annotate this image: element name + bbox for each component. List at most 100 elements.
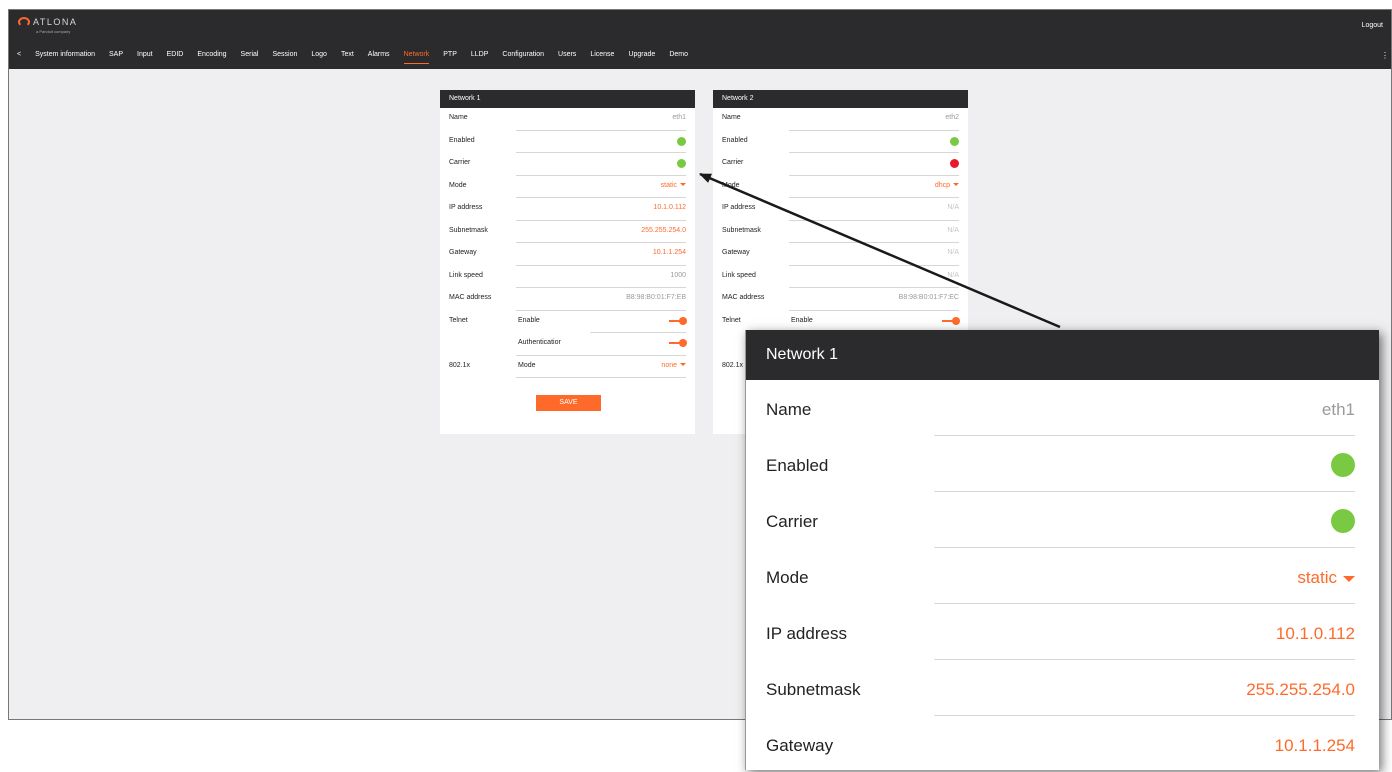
zoom-row-mode: Mode static [746, 548, 1379, 604]
row-enabled: Enabled [713, 131, 968, 153]
tab-users[interactable]: Users [558, 51, 576, 58]
row-label: Mode [449, 181, 467, 189]
row-carrier: Carrier [713, 153, 968, 176]
tab-configuration[interactable]: Configuration [502, 51, 544, 58]
row-label: Enabled [722, 136, 748, 144]
row-label: IP address [766, 624, 847, 643]
gateway-value: N/A [947, 249, 959, 256]
tab-demo[interactable]: Demo [669, 51, 688, 58]
enabled-status-icon [950, 136, 959, 146]
row-label: IP address [722, 204, 756, 211]
row-label: Carrier [766, 512, 818, 531]
zoom-row-ip-address: IP address 10.1.0.112 [746, 604, 1379, 660]
row-label: 802.1x [449, 361, 471, 369]
telnet-auth-toggle[interactable] [669, 339, 687, 347]
tab-sap[interactable]: SAP [109, 51, 123, 58]
network-1-zoom-callout: Network 1 Name eth1 Enabled Carrier Mode… [745, 330, 1379, 770]
logo-subtext: a Panduit company [36, 29, 71, 34]
name-value: eth2 [945, 114, 959, 121]
tab-ptp[interactable]: PTP [443, 51, 457, 58]
zoom-row-subnetmask: Subnetmask 255.255.254.0 [746, 660, 1379, 716]
row-label: Mode [722, 181, 740, 189]
row-telnet-auth: Authenticatior [440, 333, 695, 356]
name-value: eth1 [672, 114, 686, 121]
row-ip-address: IP address 10.1.0.112 [440, 198, 695, 221]
divider [516, 377, 686, 378]
subnetmask-value: N/A [947, 226, 959, 234]
zoom-row-gateway: Gateway 10.1.1.254 [746, 716, 1379, 772]
row-label: 802.1x [722, 361, 744, 369]
row-label: Telnet [722, 316, 741, 324]
row-gateway: Gateway N/A [713, 243, 968, 266]
row-label: Mode [766, 568, 809, 587]
telnet-enable-toggle[interactable] [942, 316, 960, 325]
tab-text[interactable]: Text [341, 51, 354, 58]
telnet-enable-toggle[interactable] [669, 316, 687, 325]
mode-select[interactable]: static [1297, 568, 1355, 588]
tab-lldp[interactable]: LLDP [471, 51, 489, 58]
save-button[interactable]: SAVE [536, 395, 601, 411]
tab-network[interactable]: Network [403, 51, 429, 64]
link-speed-value: N/A [947, 271, 959, 279]
row-label: Link speed [449, 271, 483, 279]
logo-text: ATLONA [33, 17, 78, 27]
tab-system-information[interactable]: System information [35, 51, 95, 58]
row-mac-address: MAC address B8:98:B0:01:F7:EB [440, 288, 695, 311]
mode-select[interactable]: dhcp [935, 182, 959, 189]
row-name: Name eth2 [713, 108, 968, 131]
gateway-field[interactable]: 10.1.1.254 [1275, 736, 1355, 756]
row-label: Name [722, 114, 741, 121]
row-ip-address: IP address N/A [713, 198, 968, 221]
card-title: Network 1 [440, 90, 695, 108]
tab-license[interactable]: License [590, 51, 614, 58]
row-enabled: Enabled [440, 131, 695, 153]
row-carrier: Carrier [440, 153, 695, 176]
row-label: Subnetmask [722, 226, 761, 234]
chevron-down-icon [1343, 575, 1355, 582]
tab-upgrade[interactable]: Upgrade [628, 51, 655, 58]
tab-edid[interactable]: EDID [167, 51, 184, 58]
tab-session[interactable]: Session [272, 51, 297, 58]
logout-link[interactable]: Logout [1362, 22, 1383, 29]
row-label: Carrier [722, 159, 744, 166]
carrier-status-icon [950, 159, 959, 168]
telnet-enable-label: Enable [791, 316, 813, 324]
row-link-speed: Link speed N/A [713, 266, 968, 288]
row-label: Carrier [449, 159, 471, 166]
link-speed-value: 1000 [670, 271, 686, 279]
tab-serial[interactable]: Serial [241, 51, 259, 58]
dot1x-mode-value: none [661, 361, 677, 369]
mode-value: static [1297, 568, 1337, 587]
tab-input[interactable]: Input [137, 51, 153, 58]
main-nav: < System information SAP Input EDID Enco… [17, 51, 702, 64]
row-label: MAC address [722, 294, 765, 301]
nav-back-button[interactable]: < [17, 51, 21, 58]
gateway-field[interactable]: 10.1.1.254 [653, 249, 686, 256]
mac-address-value: B8:98:B0:01:F7:EC [898, 294, 959, 301]
enabled-status-icon [677, 136, 686, 146]
row-label: Name [766, 400, 812, 419]
mode-select[interactable]: static [661, 182, 686, 189]
tab-logo[interactable]: Logo [311, 51, 327, 58]
dot1x-mode-select[interactable]: none [661, 362, 686, 369]
tab-encoding[interactable]: Encoding [197, 51, 226, 58]
row-label: Subnetmask [449, 226, 488, 234]
telnet-auth-label: Authenticatior [518, 339, 561, 346]
tab-alarms[interactable]: Alarms [368, 51, 390, 58]
row-mac-address: MAC address B8:98:B0:01:F7:EC [713, 288, 968, 311]
row-label: Gateway [449, 249, 477, 256]
logo-mark-icon [18, 17, 30, 27]
row-telnet-enable: Telnet Enable [440, 311, 695, 333]
row-label: Telnet [449, 316, 468, 324]
subnetmask-field[interactable]: 255.255.254.0 [1246, 680, 1355, 700]
subnetmask-field[interactable]: 255.255.254.0 [641, 227, 686, 234]
carrier-status-icon [1331, 509, 1355, 533]
nav-more-icon[interactable]: ⋮ [1381, 51, 1389, 60]
row-label: MAC address [449, 294, 492, 301]
row-label: Link speed [722, 271, 756, 279]
zoom-row-enabled: Enabled [746, 436, 1379, 492]
ip-address-field[interactable]: 10.1.0.112 [653, 204, 686, 211]
ip-address-field[interactable]: 10.1.0.112 [1276, 624, 1355, 644]
atlona-logo[interactable]: ATLONA a Panduit company [18, 17, 78, 34]
top-bar: ATLONA a Panduit company Logout < System… [9, 10, 1391, 69]
